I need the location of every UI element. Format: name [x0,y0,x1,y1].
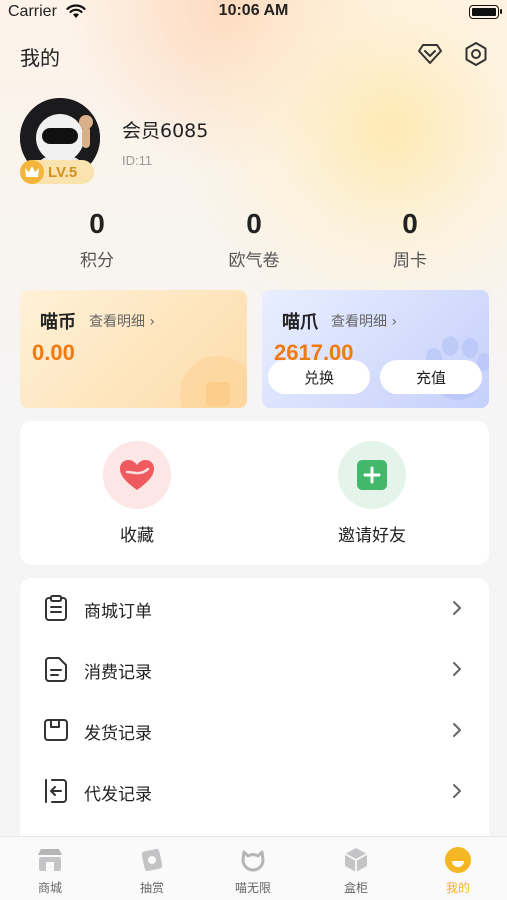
store-icon [35,845,65,875]
tab-label: 盒柜 [343,881,368,895]
favorites-button[interactable]: 收藏 [77,441,197,546]
coin-detail-label: 查看明细 [89,314,145,330]
menu-label: 消费记录 [84,663,152,683]
box-icon [341,845,371,875]
tab-label: 抽赏 [139,881,164,895]
chevron-right-icon [453,784,461,798]
tab-prize-draw[interactable]: 抽赏 [112,845,192,896]
claw-wallet-card[interactable]: 喵爪 查看明细 › 2617.00 兑换 充值 [262,290,489,408]
menu-item-proxy-shipping-records[interactable]: 代发记录 [20,761,489,822]
tab-label: 商城 [37,881,62,895]
heart-icon [103,441,171,509]
favorites-label: 收藏 [120,526,154,546]
stat-weekly-card[interactable]: 0 周卡 [345,206,475,271]
menu-label: 发货记录 [84,724,152,744]
menu-label: 代发记录 [84,785,152,805]
recharge-button[interactable]: 充值 [380,360,482,394]
exchange-button[interactable]: 兑换 [268,360,370,394]
coin-detail-link[interactable]: 查看明细 › [89,311,155,331]
stat-label: 欧气卷 [228,251,280,271]
username: 会员6085 [122,120,209,142]
menu-label: 商城订单 [84,602,152,622]
cat-icon [238,845,268,875]
chevron-right-icon [453,662,461,676]
tab-box-cabinet[interactable]: 盒柜 [316,845,396,896]
menu-list-card: 商城订单 消费记录 发货记录 代发记录 [20,578,489,848]
coin-decoration-icon [180,356,247,408]
menu-item-shop-orders[interactable]: 商城订单 [20,578,489,639]
page-title: 我的 [20,46,60,70]
chevron-right-icon: › [391,314,398,330]
invite-icon [338,441,406,509]
claw-detail-label: 查看明细 [331,314,387,330]
chevron-right-icon: › [149,314,156,330]
stat-luck-coupons[interactable]: 0 欧气卷 [189,206,319,271]
stat-value: 0 [402,208,418,239]
arrow-in-icon [45,779,67,803]
chevron-right-icon [453,601,461,615]
tab-cat-unlimited[interactable]: 喵无限 [213,845,293,896]
stat-value: 0 [89,208,105,239]
stat-value: 0 [246,208,262,239]
claw-detail-link[interactable]: 查看明细 › [331,311,397,331]
invite-friends-label: 邀请好友 [338,526,406,546]
clipboard-icon [45,595,67,621]
invite-friends-button[interactable]: 邀请好友 [312,441,432,546]
clock: 10:06 AM [218,2,289,19]
diamond-icon[interactable] [416,40,444,68]
settings-icon[interactable] [462,40,490,68]
status-bar: Carrier 10:06 AM [0,0,507,24]
tab-store[interactable]: 商城 [10,845,90,896]
stat-points[interactable]: 0 积分 [32,206,162,271]
chevron-right-icon [453,723,461,737]
stat-label: 积分 [80,251,114,271]
menu-item-consumption-records[interactable]: 消费记录 [20,639,489,700]
claw-title: 喵爪 [282,312,318,333]
coin-wallet-card[interactable]: 喵币 查看明细 › 0.00 [20,290,247,408]
coin-balance: 0.00 [32,340,75,365]
prize-icon [137,845,167,875]
tab-mine[interactable]: 我的 [418,845,498,896]
quick-actions-card: 收藏 邀请好友 [20,421,489,565]
stat-label: 周卡 [393,251,427,271]
level-badge: LV.5 [20,160,94,184]
tab-bar: 商城 抽赏 喵无限 盒柜 我的 [0,836,507,900]
profile-icon [443,845,473,875]
menu-item-shipping-records[interactable]: 发货记录 [20,700,489,761]
crown-icon [20,160,44,184]
tab-label: 喵无限 [234,881,271,895]
tab-label: 我的 [445,881,470,895]
battery-icon [469,5,502,19]
level-label: LV.5 [48,163,78,181]
save-box-icon [44,719,68,741]
document-icon [45,657,67,682]
coin-title: 喵币 [40,312,76,333]
user-id: ID:11 [122,153,153,168]
